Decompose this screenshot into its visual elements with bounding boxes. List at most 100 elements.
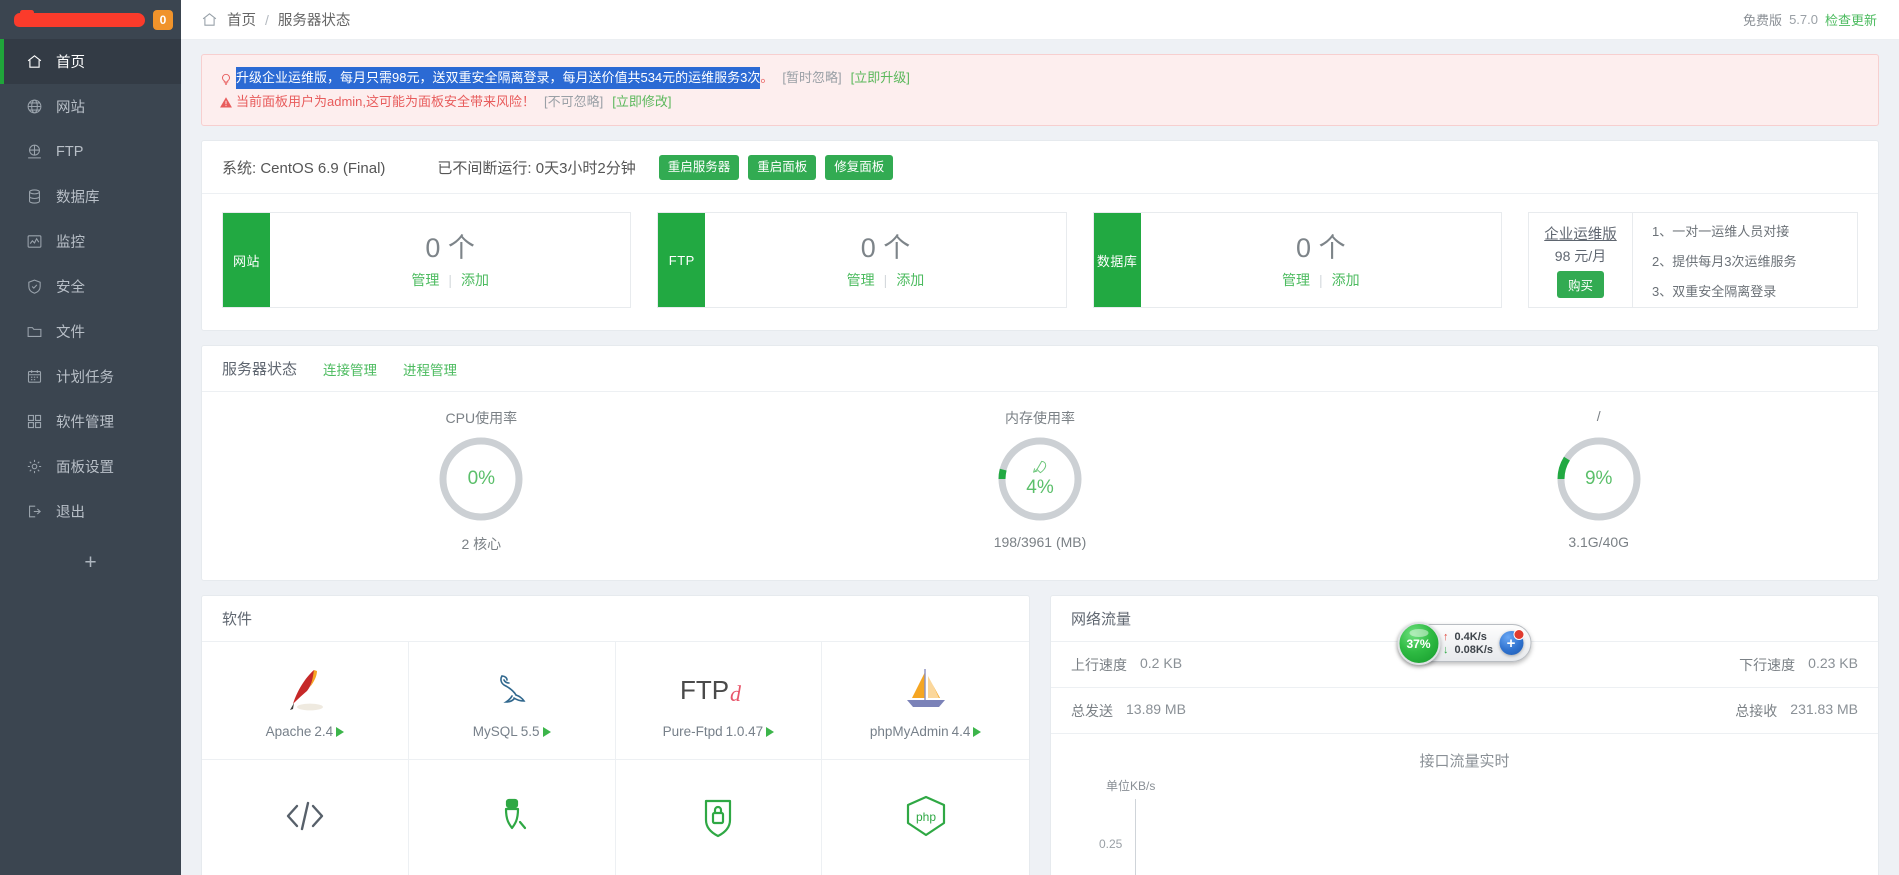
add-link[interactable]: 添加 [461,272,489,288]
software-item-php[interactable]: php [822,760,1029,875]
sidebar-nav: 首页 网站 FTP 数据库 监控 安全 文件 计划任务 软件管理 面板设置 退出 [0,39,181,534]
sidebar-item-database[interactable]: 数据库 [0,174,181,219]
play-icon[interactable] [542,726,551,737]
home-icon[interactable] [201,11,218,28]
apache-feather-icon [283,662,327,718]
restart-server-button[interactable]: 重启服务器 [658,155,740,180]
restart-panel-button[interactable]: 重启面板 [748,155,817,180]
repair-panel-button[interactable]: 修复面板 [825,155,894,180]
software-item-rocket[interactable] [409,760,616,875]
sidebar-item-website[interactable]: 网站 [0,84,181,129]
sidebar-item-monitor[interactable]: 监控 [0,219,181,264]
play-icon[interactable] [973,726,982,737]
stat-count: 0 个 [425,233,475,263]
enterprise-price: 98 元/月 [1554,247,1607,264]
breadcrumb-home-link[interactable]: 首页 [227,9,256,30]
download-speed: 下行速度 0.23 KB [1739,655,1858,675]
software-item-pureftpd[interactable]: FTP d Pure-Ftpd 1.0.47 [615,642,823,760]
stats-row: 网站 0 个 管理 | 添加 FTP 0 个 管理 | 添加 数据库 0 个 管… [202,194,1878,330]
software-name: phpMyAdmin 4.4 [870,724,982,739]
traffic-percent-value: 37% [1406,636,1431,651]
svg-text:FTP: FTP [680,675,729,705]
connection-manager-link[interactable]: 连接管理 [323,359,377,379]
gauge-label: CPU使用率 [445,410,518,426]
traffic-percent-ball[interactable]: 37% [1396,622,1440,665]
lightbulb-icon [216,71,236,86]
stat-body: 0 个 管理 | 添加 [270,213,630,307]
uptime-value: 0天3小时2分钟 [535,160,636,177]
sidebar-item-settings[interactable]: 面板设置 [0,444,181,489]
software-item-security[interactable] [616,760,823,875]
gauge-sublabel: 3.1G/40G [1568,534,1630,550]
sidebar-item-ftp[interactable]: FTP [0,129,181,174]
sidebar-item-label: 数据库 [56,190,100,206]
software-item-phpmyadmin[interactable]: phpMyAdmin 4.4 [822,642,1029,760]
stat-card-website: 网站 0 个 管理 | 添加 [222,212,632,308]
version-number: 5.7.0 [1789,12,1818,27]
alert-row-admin: 当前面板用户为admin,这可能为面板安全带来风险！ [不可忽略] [立即修改] [216,92,1864,112]
shield-icon [24,276,45,297]
check-update-link[interactable]: 检查更新 [1825,10,1877,29]
download-rate-value: 0.08K/s [1454,643,1494,656]
folder-icon [24,321,45,342]
alert-message-tail: 。 [760,70,774,85]
sidebar-item-logout[interactable]: 退出 [0,489,181,534]
phpmyadmin-ship-icon [900,662,952,718]
software-item-code[interactable] [202,760,409,875]
sidebar-item-home[interactable]: 首页 [0,39,181,84]
alert-modify-link[interactable]: [立即修改] [612,92,671,112]
stat-card-ftp: FTP 0 个 管理 | 添加 [657,212,1067,308]
alert-ignore-link[interactable]: [暂时忽略] [782,68,841,88]
arrow-up-icon: ↑ [1442,630,1449,643]
buy-button[interactable]: 购买 [1556,270,1604,298]
sidebar-add-button[interactable]: + [0,542,181,584]
gauge-cpu: CPU使用率 0% 2 核心 [202,408,761,554]
play-icon[interactable] [766,726,775,737]
software-panel: 软件 Apache 2.4 MySQL 5.5 FTP d Pure-Ftpd … [201,595,1030,875]
software-name: Apache 2.4 [266,724,345,739]
total-received-value: 231.83 MB [1790,700,1858,717]
breadcrumb: 首页 / 服务器状态 免费版 5.7.0 检查更新 [181,0,1899,40]
add-link[interactable]: 添加 [1332,272,1360,288]
traffic-float-widget[interactable]: 37% ↑ 0.4K/s ↓ 0.08K/s + [1396,622,1532,665]
stat-links: 管理 | 添加 [847,270,925,290]
gauges-row: CPU使用率 0% 2 核心 内存使用率 4% 198/3961 (MB) / … [202,392,1878,580]
sidebar-item-cron[interactable]: 计划任务 [0,354,181,399]
software-item-apache[interactable]: Apache 2.4 [202,642,409,760]
add-widget-button[interactable]: + [1499,629,1525,655]
chart-icon [24,231,45,252]
uptime-label: 已不间断运行: [437,160,532,177]
calendar-icon [24,366,45,387]
sidebar-logo-bar: 0 [0,0,181,39]
svg-text:d: d [730,681,742,706]
sidebar-item-security[interactable]: 安全 [0,264,181,309]
uptime-info: 已不间断运行: 0天3小时2分钟 [437,157,635,178]
software-item-mysql[interactable]: MySQL 5.5 [408,642,616,760]
play-icon[interactable] [336,726,345,737]
chart-title: 接口流量实时 [1419,753,1510,770]
sidebar-item-software[interactable]: 软件管理 [0,399,181,444]
mysql-dolphin-icon [488,662,536,718]
alert-cannot-ignore-link[interactable]: [不可忽略] [544,92,603,112]
stat-tag: 网站 [223,213,270,307]
software-label: MySQL [472,724,518,739]
process-manager-link[interactable]: 进程管理 [403,359,457,379]
software-label: Pure-Ftpd [662,724,723,739]
network-total-row: 总发送 13.89 MB 总接收 231.83 MB [1051,688,1878,734]
alert-banner: 升级企业运维版，每月只需98元，送双重安全隔离登录，每月送价值共534元的运维服… [201,54,1879,126]
sidebar: 0 首页 网站 FTP 数据库 监控 安全 文件 计划任务 软件管理 面板设置 … [0,0,181,875]
gauge-ring: 4% [996,435,1084,523]
main-content: 首页 / 服务器状态 免费版 5.7.0 检查更新 升级企业运维版，每月只需98… [181,0,1899,875]
chart-y-axis [1135,799,1136,875]
svg-text:php: php [916,810,936,824]
sidebar-item-files[interactable]: 文件 [0,309,181,354]
manage-link[interactable]: 管理 [847,272,875,288]
gauge-label: 内存使用率 [1005,410,1075,426]
add-link[interactable]: 添加 [896,272,924,288]
manage-link[interactable]: 管理 [1282,272,1310,288]
os-label: 系统: [222,160,257,177]
gear-icon [24,456,45,477]
notification-badge[interactable]: 0 [153,9,173,30]
alert-upgrade-link[interactable]: [立即升级] [851,68,910,88]
manage-link[interactable]: 管理 [411,272,439,288]
